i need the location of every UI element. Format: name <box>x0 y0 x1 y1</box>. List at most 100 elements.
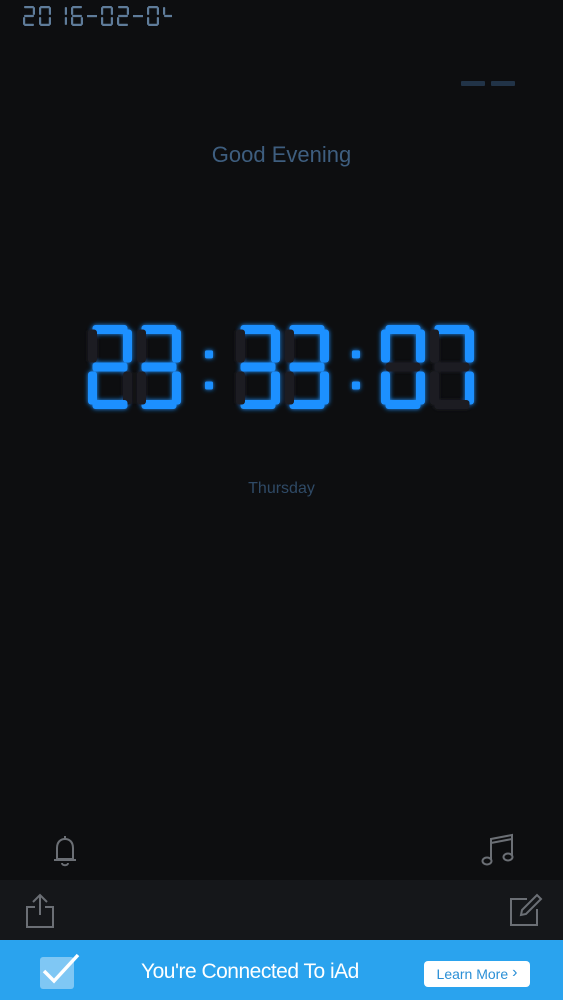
learn-more-label: Learn More <box>436 966 509 982</box>
segment-g <box>141 362 177 372</box>
segment-c <box>123 371 132 405</box>
segment-e <box>381 371 390 405</box>
segment-a <box>102 6 112 9</box>
segment-b <box>123 329 132 363</box>
bell-icon <box>54 836 76 867</box>
date-display <box>22 4 172 30</box>
segment-g <box>92 362 128 372</box>
segment-e <box>39 17 42 25</box>
segment-b <box>110 7 113 15</box>
segment-e <box>117 17 120 25</box>
clock-digits <box>88 325 474 409</box>
dash-segment <box>491 81 515 86</box>
segment-e <box>23 17 26 25</box>
digital-clock <box>0 315 563 425</box>
segment-b <box>156 7 159 15</box>
dash-indicator <box>461 81 515 87</box>
segment-c <box>48 17 51 25</box>
segment-f <box>39 7 42 15</box>
segment-g <box>164 14 172 18</box>
date-digit-2 <box>23 6 35 26</box>
segment-b <box>465 329 474 363</box>
segment-b <box>172 329 181 363</box>
segment-f <box>71 7 74 15</box>
segment-g <box>385 362 421 372</box>
date-digit-0 <box>147 6 159 26</box>
share-button[interactable] <box>25 893 55 933</box>
chevron-right-icon: › <box>512 964 518 981</box>
segment-b <box>48 7 51 15</box>
edit-button[interactable] <box>509 893 543 931</box>
segment-d <box>24 23 34 26</box>
segment-b <box>320 329 329 363</box>
segment-g <box>434 362 470 372</box>
music-button[interactable] <box>481 833 515 871</box>
segment-d <box>434 400 470 409</box>
date-digit-6 <box>71 6 83 26</box>
date-digit-1 <box>64 7 67 25</box>
segment-b <box>126 7 129 15</box>
ad-check-box <box>40 953 80 989</box>
clock-digit-3 <box>285 325 329 409</box>
date-digit-0 <box>101 6 113 26</box>
segment-d <box>240 400 276 409</box>
segment-a <box>141 325 177 334</box>
segment-d <box>40 23 50 26</box>
ad-message: You're Connected To iAd <box>141 960 359 983</box>
segment-a <box>385 325 421 334</box>
segment-a <box>92 325 128 334</box>
segment-c <box>320 371 329 405</box>
segment-g <box>72 14 82 18</box>
segment-f <box>147 7 150 15</box>
segment-c <box>80 17 83 25</box>
alarm-button[interactable] <box>52 833 78 871</box>
segment-a <box>148 6 158 9</box>
segment-f <box>101 7 104 15</box>
segment-d <box>72 23 82 26</box>
segment-c <box>156 17 159 25</box>
clock-digit-2 <box>88 325 132 409</box>
music-note-icon <box>481 833 514 866</box>
weekday-text: Thursday <box>248 480 315 497</box>
segment-e <box>236 371 245 405</box>
segment-f <box>381 329 390 363</box>
segment-a <box>24 6 34 9</box>
segment-a <box>434 325 470 334</box>
segment-f <box>285 329 294 363</box>
date-dash <box>133 15 143 18</box>
segment-e <box>137 371 146 405</box>
segment-c <box>64 17 67 25</box>
edit-icon <box>510 893 543 926</box>
segment-a <box>289 325 325 334</box>
colon-dot <box>205 350 213 359</box>
clock-digit-7 <box>430 325 474 409</box>
date-segments <box>23 6 172 26</box>
segment-b <box>32 7 35 15</box>
segment-f <box>88 329 97 363</box>
colon-dot <box>205 381 213 390</box>
segment-d <box>289 400 325 409</box>
greeting-text: Good Evening <box>211 142 352 167</box>
segment-c <box>465 371 474 405</box>
bottom-toolbar <box>0 880 563 940</box>
segment-c <box>416 371 425 405</box>
clock-digit-3 <box>137 325 181 409</box>
segment-d <box>141 400 177 409</box>
learn-more-button[interactable]: Learn More › <box>424 961 530 987</box>
date-digit-4 <box>163 7 172 18</box>
segment-a <box>40 6 50 9</box>
segment-e <box>71 17 74 25</box>
clock-digit-3 <box>236 325 280 409</box>
segment-b <box>416 329 425 363</box>
segment-e <box>285 371 294 405</box>
segment-d <box>102 23 112 26</box>
segment-e <box>88 371 97 405</box>
segment-e <box>101 17 104 25</box>
segment-f <box>236 329 245 363</box>
segment-f <box>163 7 166 15</box>
clock-digit-0 <box>381 325 425 409</box>
segment-d <box>118 23 128 26</box>
segment-d <box>385 400 421 409</box>
colon-dot <box>352 350 360 359</box>
dash-segment <box>461 81 485 86</box>
